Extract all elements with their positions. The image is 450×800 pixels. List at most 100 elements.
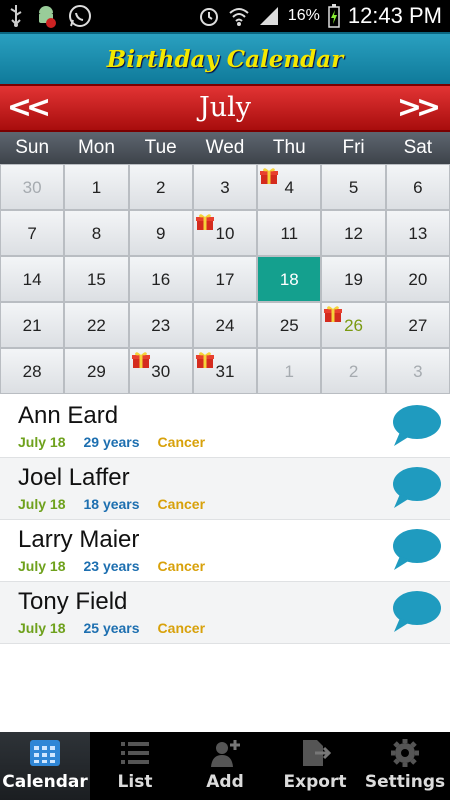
birthday-list-item[interactable]: Tony Field July 18 25 years Cancer <box>0 582 450 644</box>
weekday-label: Sun <box>15 137 50 158</box>
age: 25 years <box>83 620 140 636</box>
person-name: Joel Laffer <box>18 464 130 491</box>
calendar-day[interactable]: 13 <box>385 210 450 256</box>
weekday-label: Fri <box>342 137 365 158</box>
day-number: 26 <box>344 316 364 335</box>
day-number: 3 <box>413 362 423 381</box>
gift-icon <box>131 352 150 368</box>
android-debug-icon <box>39 6 56 28</box>
calendar-day[interactable]: 25 <box>257 302 322 348</box>
birthday-date: July 18 <box>18 620 66 636</box>
battery-charging-icon <box>328 4 340 28</box>
zodiac-sign: Cancer <box>157 620 206 636</box>
battery-percent: 16% <box>287 7 320 24</box>
day-number: 1 <box>91 178 102 197</box>
tab-settings[interactable]: Settings <box>360 732 450 800</box>
calendar-day[interactable]: 9 <box>128 210 193 256</box>
calendar-day[interactable]: 14 <box>0 256 65 302</box>
calendar-day[interactable]: 23 <box>128 302 193 348</box>
day-number: 5 <box>348 178 359 197</box>
next-month-button[interactable]: >> <box>396 92 441 124</box>
calendar-day[interactable]: 11 <box>257 210 322 256</box>
weekday-label: Wed <box>205 137 245 158</box>
calendar-day[interactable]: 19 <box>321 256 386 302</box>
day-number: 9 <box>155 224 166 243</box>
calendar-day[interactable]: 7 <box>0 210 65 256</box>
alarm-icon <box>199 8 218 26</box>
calendar-day-today[interactable]: 18 <box>257 256 322 302</box>
app-title-bar: Birthday Calendar <box>0 32 450 86</box>
gift-icon <box>324 306 343 322</box>
day-number: 30 <box>22 178 42 197</box>
calendar-day-outside-month[interactable]: 2 <box>321 348 386 394</box>
day-number: 16 <box>151 270 171 289</box>
person-name: Ann Eard <box>18 402 119 429</box>
age: 18 years <box>83 496 140 512</box>
calendar-day[interactable]: 8 <box>64 210 129 256</box>
bottom-navigation: Calendar List Add Export Settings <box>0 732 450 800</box>
calendar-day[interactable]: 16 <box>128 256 193 302</box>
calendar-day[interactable]: 6 <box>385 164 450 210</box>
message-bubble-icon[interactable] <box>390 402 442 448</box>
calendar-day[interactable]: 2 <box>128 164 193 210</box>
day-number: 18 <box>279 270 299 289</box>
day-number: 10 <box>215 224 235 243</box>
day-number: 12 <box>344 224 364 243</box>
calendar-day[interactable]: 28 <box>0 348 65 394</box>
tab-calendar[interactable]: Calendar <box>0 732 90 800</box>
calendar-day-outside-month[interactable]: 1 <box>257 348 322 394</box>
calendar-day[interactable]: 20 <box>385 256 450 302</box>
calendar-day[interactable]: 26 <box>321 302 386 348</box>
signal-icon <box>259 7 278 25</box>
calendar-grid-icon <box>30 740 60 766</box>
calendar-day[interactable]: 1 <box>64 164 129 210</box>
birthday-date: July 18 <box>18 558 66 574</box>
calendar-day[interactable]: 31 <box>192 348 258 394</box>
app-title: Birthday Calendar <box>106 45 344 73</box>
day-number: 30 <box>151 362 171 381</box>
month-title: July <box>198 92 252 123</box>
message-bubble-icon[interactable] <box>390 588 442 634</box>
birthday-list-item[interactable]: Ann Eard July 18 29 years Cancer <box>0 396 450 458</box>
calendar-day[interactable]: 3 <box>192 164 258 210</box>
calendar-day[interactable]: 22 <box>64 302 129 348</box>
message-bubble-icon[interactable] <box>390 464 442 510</box>
day-number: 27 <box>408 316 428 335</box>
export-icon <box>303 740 331 766</box>
calendar-day[interactable]: 5 <box>321 164 386 210</box>
calendar-day[interactable]: 17 <box>192 256 258 302</box>
month-navigation: << July >> <box>0 84 450 132</box>
calendar-day[interactable]: 10 <box>192 210 258 256</box>
calendar-day-outside-month[interactable]: 3 <box>385 348 450 394</box>
tab-add[interactable]: Add <box>180 732 270 800</box>
tab-list[interactable]: List <box>90 732 180 800</box>
day-number: 11 <box>280 224 299 243</box>
calendar-day[interactable]: 12 <box>321 210 386 256</box>
calendar-day[interactable]: 30 <box>128 348 193 394</box>
day-number: 2 <box>155 178 166 197</box>
message-bubble-icon[interactable] <box>390 526 442 572</box>
day-number: 19 <box>344 270 364 289</box>
birthday-list-item[interactable]: Larry Maier July 18 23 years Cancer <box>0 520 450 582</box>
calendar-day[interactable]: 21 <box>0 302 65 348</box>
day-number: 1 <box>284 362 295 381</box>
calendar-day[interactable]: 24 <box>192 302 258 348</box>
birthday-list-item[interactable]: Joel Laffer July 18 18 years Cancer <box>0 458 450 520</box>
day-number: 25 <box>279 316 299 335</box>
calendar-day-outside-month[interactable]: 30 <box>0 164 65 210</box>
day-number: 31 <box>215 362 235 381</box>
day-number: 22 <box>86 316 106 335</box>
birthday-list: Ann Eard July 18 29 years Cancer Joel La… <box>0 396 450 644</box>
calendar-day[interactable]: 27 <box>385 302 450 348</box>
tab-label: Add <box>206 772 244 792</box>
calendar-day[interactable]: 29 <box>64 348 129 394</box>
list-icon <box>121 742 149 764</box>
day-number: 17 <box>215 270 235 289</box>
calendar-day[interactable]: 15 <box>64 256 129 302</box>
gift-icon <box>195 352 214 368</box>
calendar-day[interactable]: 4 <box>257 164 322 210</box>
day-number: 28 <box>22 362 42 381</box>
birthday-date: July 18 <box>18 434 66 450</box>
weekday-label: Sat <box>403 137 433 158</box>
tab-export[interactable]: Export <box>270 732 360 800</box>
